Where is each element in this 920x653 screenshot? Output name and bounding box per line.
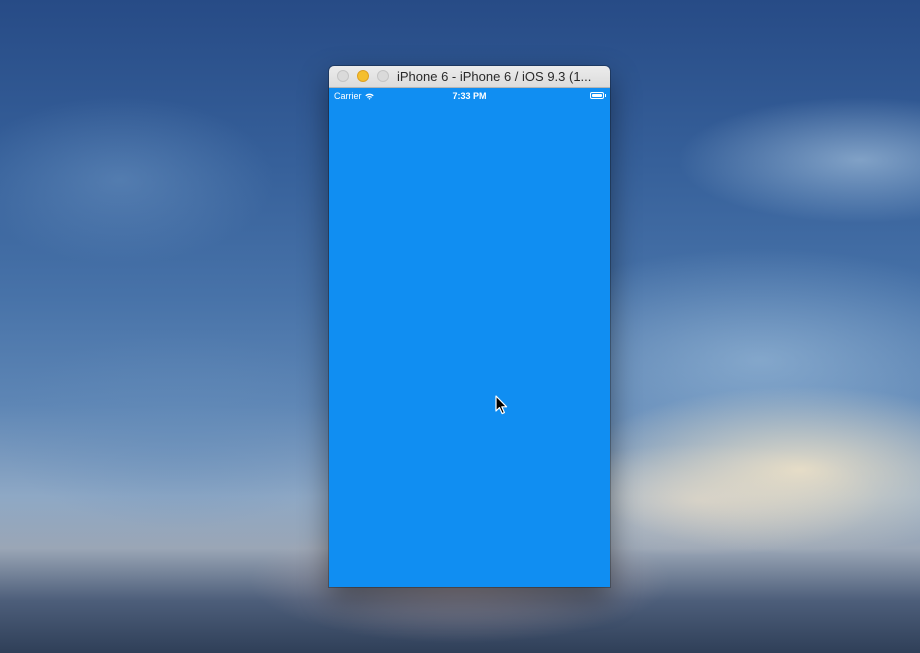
device-screen[interactable]: Carrier 7:33 PM	[329, 88, 610, 587]
window-title: iPhone 6 - iPhone 6 / iOS 9.3 (1...	[397, 69, 592, 84]
battery-icon	[590, 92, 606, 99]
window-titlebar[interactable]: iPhone 6 - iPhone 6 / iOS 9.3 (1...	[329, 66, 610, 88]
ios-status-bar: Carrier 7:33 PM	[329, 88, 610, 104]
desktop-background: iPhone 6 - iPhone 6 / iOS 9.3 (1... Carr…	[0, 0, 920, 653]
battery-level-fill	[592, 94, 603, 97]
simulator-window[interactable]: iPhone 6 - iPhone 6 / iOS 9.3 (1... Carr…	[329, 66, 610, 587]
battery-tip	[605, 94, 606, 97]
mouse-pointer-icon	[495, 395, 509, 415]
close-button[interactable]	[337, 70, 349, 82]
minimize-button[interactable]	[357, 70, 369, 82]
battery-body	[590, 92, 605, 99]
status-time: 7:33 PM	[452, 91, 487, 101]
zoom-button[interactable]	[377, 70, 389, 82]
window-controls	[337, 70, 389, 82]
